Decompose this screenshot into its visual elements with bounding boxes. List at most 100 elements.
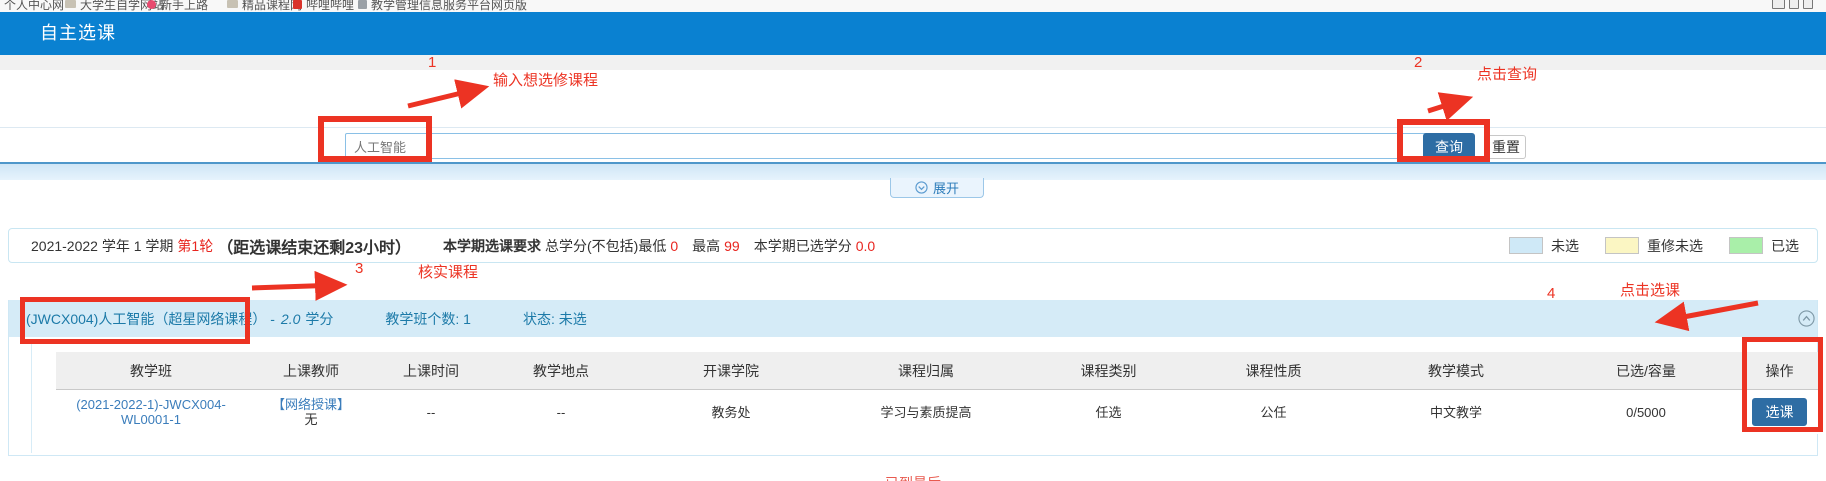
place-cell: -- — [486, 405, 636, 420]
header-cell: 教学地点 — [486, 361, 636, 381]
legend-item: 未选 — [1509, 236, 1579, 256]
browser-toolbar-icons[interactable] — [1772, 0, 1813, 12]
semester-info-bar: 2021-2022 学年 1 学期 第1轮 （距选课结束还剩23小时） 本学期选… — [8, 228, 1818, 263]
legend-swatch-retake — [1605, 237, 1639, 254]
bookmark-item[interactable]: 哔哩哔哩 — [293, 0, 354, 12]
page-header: 自主选课 — [0, 12, 1826, 55]
annotation-step-text-2: 点击查询 — [1477, 63, 1537, 84]
round-text: 第1轮 — [177, 236, 213, 256]
bookmark-label: 个人中心网 — [4, 0, 64, 12]
bookmark-item[interactable]: 新手上路 — [147, 0, 208, 12]
requirement-rest: 总学分(不包括)最低 — [545, 236, 666, 256]
annotation-step-number-4: 4 — [1547, 285, 1555, 302]
header-cell: 教学模式 — [1356, 361, 1556, 381]
sub-header-strip — [0, 55, 1826, 70]
class-link[interactable]: (2021-2022-1)-JWCX004-WL0001-1 — [56, 397, 246, 427]
legend-label: 重修未选 — [1647, 236, 1703, 256]
legend-item: 重修未选 — [1605, 236, 1703, 256]
bookmark-item[interactable]: 个人中心网 — [4, 0, 64, 12]
annotation-arrow-1 — [408, 88, 482, 106]
table-row: (2021-2022-1)-JWCX004-WL0001-1 【网络授课】 无 … — [56, 390, 1823, 434]
reset-button[interactable]: 重置 — [1486, 135, 1526, 159]
header-cell: 上课教师 — [246, 361, 376, 381]
max-credit: 99 — [724, 238, 740, 254]
course-title: (JWCX004)人工智能（超星网络课程） - — [26, 309, 275, 329]
mode-cell: 中文教学 — [1356, 405, 1556, 420]
table-header-row: 教学班 上课教师 上课时间 教学地点 开课学院 课程归属 课程类别 课程性质 教… — [56, 352, 1823, 390]
max-label: 最高 — [692, 236, 720, 256]
course-selection-page: 个人中心网 大学生自学网站 新手上路 精品课程网 哔哩哔哩 教学管理信息服务平台… — [0, 0, 1826, 481]
annotation-step-text-3: 核实课程 — [418, 261, 478, 282]
legend-swatch-unselected — [1509, 237, 1543, 254]
header-cell: 课程性质 — [1191, 361, 1356, 381]
header-cell: 课程归属 — [826, 361, 1026, 381]
selected-credit: 0.0 — [856, 238, 875, 254]
annotation-step-number-3: 3 — [355, 260, 363, 277]
header-cell: 教学班 — [56, 361, 246, 381]
course-class-count: 教学班个数: 1 — [385, 309, 471, 329]
header-cell: 开课学院 — [636, 361, 826, 381]
end-of-list-text: 已到最后 — [0, 473, 1826, 481]
college-cell: 教务处 — [636, 405, 826, 420]
bookmark-item[interactable]: 教学管理信息服务平台网页版 — [358, 0, 527, 12]
select-course-button[interactable]: 选课 — [1752, 398, 1807, 426]
semester-info-text: 2021-2022 学年 1 学期 第1轮 （距选课结束还剩23小时） 本学期选… — [31, 229, 879, 262]
category-cell: 任选 — [1026, 405, 1191, 420]
course-search-input[interactable] — [345, 133, 1428, 159]
term-text: 2021-2022 学年 1 学期 — [31, 236, 173, 256]
header-cell: 上课时间 — [376, 361, 486, 381]
belong-cell: 学习与素质提高 — [826, 405, 1026, 420]
teacher-name: 无 — [246, 412, 376, 427]
expand-toggle[interactable]: 展开 — [890, 178, 984, 198]
monitor-icon — [1772, 0, 1785, 9]
red-square-icon — [293, 0, 302, 9]
query-button[interactable]: 查询 — [1423, 133, 1475, 160]
course-band[interactable]: (JWCX004)人工智能（超星网络课程） - 2.0 学分 教学班个数: 1 … — [9, 300, 1817, 337]
legend-item: 已选 — [1729, 236, 1799, 256]
header-cell: 课程类别 — [1026, 361, 1191, 381]
teacher-cell: 【网络授课】 无 — [246, 397, 376, 427]
selected-label: 本学期已选学分 — [754, 236, 852, 256]
panel-divider — [0, 127, 1826, 128]
page-title: 自主选课 — [40, 12, 116, 55]
legend-label: 未选 — [1551, 236, 1579, 256]
bookmarks-bar: 个人中心网 大学生自学网站 新手上路 精品课程网 哔哩哔哩 教学管理信息服务平台… — [0, 0, 1826, 12]
annotation-arrow-3 — [252, 285, 340, 288]
annotation-step-text-4: 点击选课 — [1620, 279, 1680, 300]
chevron-down-circle-icon — [915, 181, 928, 194]
gray-square-icon — [358, 0, 367, 9]
annotation-step-number-2: 2 — [1414, 54, 1422, 71]
folder-icon — [227, 0, 238, 8]
header-cell: 已选/容量 — [1556, 361, 1736, 381]
legend-swatch-selected — [1729, 237, 1763, 254]
legend-label: 已选 — [1771, 236, 1799, 256]
annotation-step-text-1: 输入想选修课程 — [493, 69, 598, 90]
folder-icon — [65, 0, 76, 8]
min-credit: 0 — [670, 238, 678, 254]
bookmark-label: 哔哩哔哩 — [306, 0, 354, 12]
course-credit-unit: 学分 — [305, 309, 333, 329]
collapse-icon[interactable] — [1798, 310, 1815, 327]
course-status: 状态: 未选 — [523, 309, 587, 329]
extension-icon — [1789, 0, 1799, 9]
menu-icon — [1803, 0, 1813, 9]
bookmark-label: 新手上路 — [160, 0, 208, 12]
pink-dot-icon — [147, 0, 156, 9]
status-legend: 未选 重修未选 已选 — [1509, 229, 1799, 262]
annotation-arrow-2 — [1428, 99, 1466, 111]
bookmark-item[interactable]: 精品课程网 — [227, 0, 302, 12]
nature-cell: 公任 — [1191, 405, 1356, 420]
expand-label: 展开 — [933, 178, 959, 197]
capacity-cell: 0/5000 — [1556, 405, 1736, 420]
annotation-step-number-1: 1 — [428, 54, 436, 71]
time-cell: -- — [376, 405, 486, 420]
table-left-border — [31, 344, 32, 453]
course-group: (JWCX004)人工智能（超星网络课程） - 2.0 学分 教学班个数: 1 … — [8, 300, 1818, 456]
action-cell: 选课 — [1736, 398, 1823, 426]
deadline-text: （距选课结束还剩23小时） — [217, 234, 411, 258]
bookmark-label: 教学管理信息服务平台网页版 — [371, 0, 527, 12]
teacher-tag[interactable]: 【网络授课】 — [246, 397, 376, 412]
course-credit: 2.0 — [281, 311, 300, 327]
header-cell: 操作 — [1736, 361, 1823, 381]
requirement-bold: 本学期选课要求 — [443, 236, 541, 256]
